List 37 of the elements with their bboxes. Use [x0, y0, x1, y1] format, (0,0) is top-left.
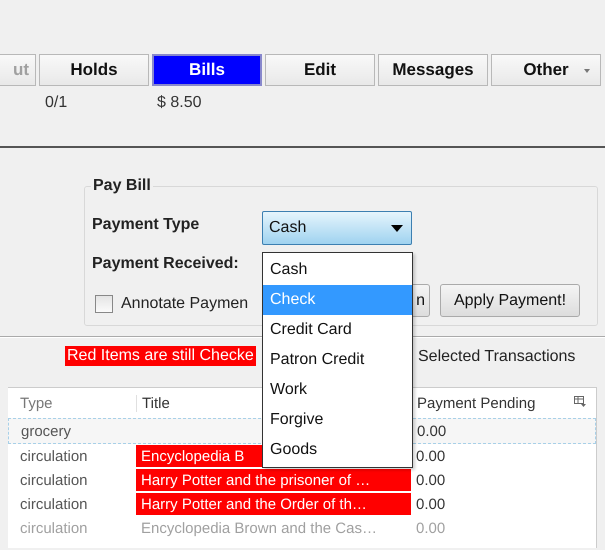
- payment-type-dropdown[interactable]: Cash: [262, 211, 412, 245]
- caret-icon: [584, 69, 590, 73]
- group-title: Pay Bill: [91, 177, 153, 195]
- table-cell-text: circulation: [19, 496, 89, 512]
- tab[interactable]: Messages: [378, 54, 488, 86]
- tab[interactable]: Other: [491, 54, 601, 86]
- table-cell-text: circulation: [19, 520, 89, 536]
- dropdown-option[interactable]: Work: [263, 375, 412, 405]
- table-cell-text: circulation: [19, 448, 89, 464]
- table-cell-text: 0.00: [415, 472, 446, 488]
- table-cell-text: 0.00: [415, 448, 446, 464]
- table-cell-text: circulation: [19, 472, 89, 488]
- table-cell-text: 0.00: [415, 520, 446, 536]
- summary-value: 0/1: [45, 94, 68, 112]
- dropdown-option[interactable]: Credit Card: [263, 315, 412, 345]
- tab[interactable]: Holds: [39, 54, 149, 86]
- column-picker-icon[interactable]: [574, 396, 586, 407]
- caret-icon: [391, 224, 403, 232]
- table-cell: Harry Potter and the Order of th…: [136, 493, 411, 515]
- table-cell-text: grocery: [20, 422, 72, 440]
- selected-transactions-label: Selected Transactions: [418, 348, 576, 366]
- tab[interactable]: Edit: [265, 54, 375, 86]
- table-cell-text: 0.00: [415, 496, 446, 512]
- tab[interactable]: Bills: [152, 54, 262, 86]
- warning-notice: Red Items are still Checke: [65, 346, 256, 366]
- dropdown-option[interactable]: Cash: [263, 255, 412, 285]
- table-cell-text: 0.00: [416, 422, 448, 440]
- table-cell: Harry Potter and the prisoner of …: [136, 469, 411, 491]
- apply-payment-button[interactable]: Apply Payment!: [440, 284, 580, 317]
- summary-value: $ 8.50: [157, 94, 202, 112]
- checkbox[interactable]: [95, 294, 113, 312]
- payment-received-label: Payment Received:: [92, 255, 239, 273]
- table-cell-text: Encyclopedia Brown and the Cas…: [140, 520, 378, 536]
- dropdown-option[interactable]: Patron Credit: [263, 345, 412, 375]
- payment-type-label: Payment Type: [92, 216, 200, 234]
- dropdown-option[interactable]: Forgive: [263, 405, 412, 435]
- column-header[interactable]: Type: [8, 394, 136, 412]
